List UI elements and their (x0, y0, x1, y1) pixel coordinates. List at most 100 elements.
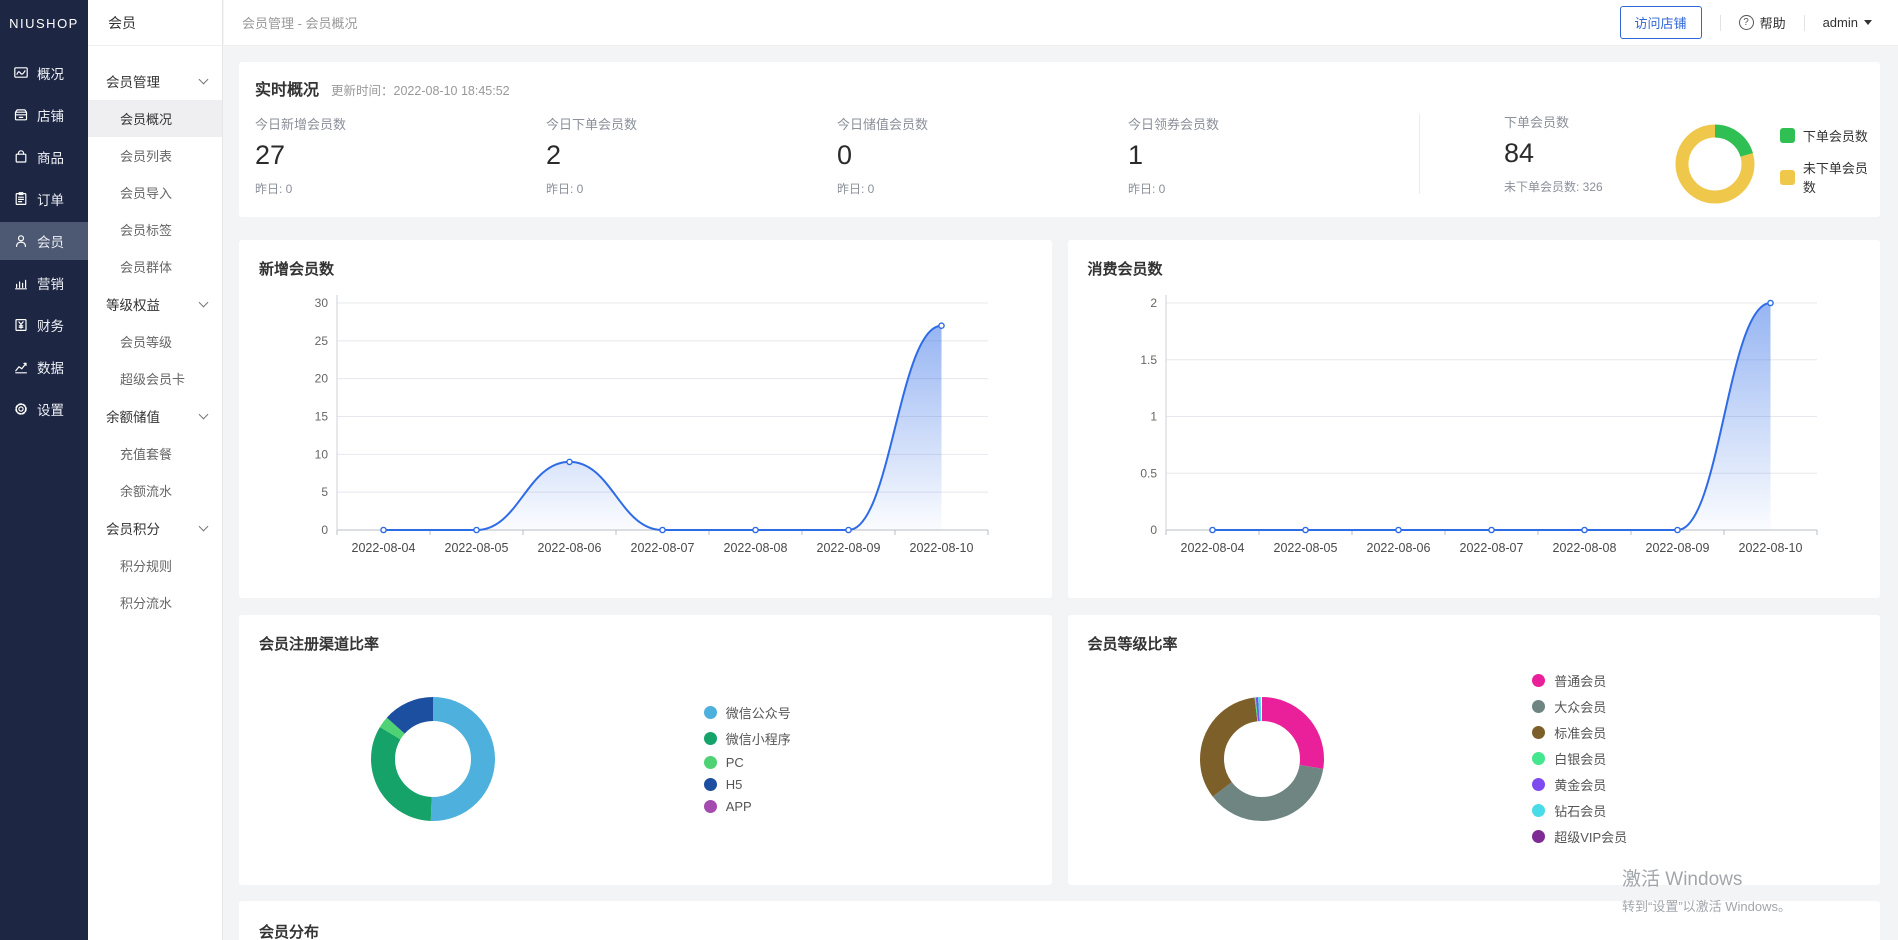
stat-value: 27 (255, 140, 546, 171)
finance-icon (13, 317, 29, 333)
stat-label: 今日新增会员数 (255, 114, 546, 133)
legend-item-微信公众号[interactable]: 微信公众号 (704, 703, 1052, 722)
shop-icon (13, 107, 29, 123)
update-time-value: 2022-08-10 18:45:52 (394, 84, 510, 98)
sidebar-item-店铺[interactable]: 店铺 (0, 96, 88, 134)
visit-shop-button[interactable]: 访问店铺 (1620, 6, 1702, 39)
svg-text:25: 25 (315, 334, 329, 348)
submenu-item-会员标签[interactable]: 会员标签 (88, 211, 222, 248)
svg-text:2022-08-04: 2022-08-04 (1180, 541, 1244, 555)
stat-value: 0 (837, 140, 1128, 171)
legend-item-微信小程序[interactable]: 微信小程序 (704, 729, 1052, 748)
submenu-group-会员管理[interactable]: 会员管理 (88, 62, 222, 100)
user-menu[interactable]: admin (1823, 15, 1872, 30)
line-charts-row: 新增会员数 0510152025302022-08-042022-08-0520… (239, 240, 1880, 598)
legend-label: 普通会员 (1554, 671, 1606, 690)
stat-block-今日新增会员数: 今日新增会员数27昨日: 0 (255, 112, 546, 197)
submenu-item-超级会员卡[interactable]: 超级会员卡 (88, 360, 222, 397)
stat-label: 今日储值会员数 (837, 114, 1128, 133)
sidebar-item-概况[interactable]: 概况 (0, 54, 88, 92)
help-menu[interactable]: 帮助 (1739, 13, 1786, 32)
legend-item-普通会员[interactable]: 普通会员 (1532, 671, 1880, 690)
legend-item-PC[interactable]: PC (704, 755, 1052, 770)
marketing-icon (13, 275, 29, 291)
svg-text:2022-08-05: 2022-08-05 (1273, 541, 1337, 555)
legend-swatch (1532, 804, 1545, 817)
stat-block-今日下单会员数: 今日下单会员数2昨日: 0 (546, 112, 837, 197)
sidebar-item-会员[interactable]: 会员 (0, 222, 88, 260)
submenu-item-会员群体[interactable]: 会员群体 (88, 248, 222, 285)
submenu-group-等级权益[interactable]: 等级权益 (88, 285, 222, 323)
svg-text:2022-08-07: 2022-08-07 (631, 541, 695, 555)
realtime-overview-card: 实时概况 更新时间：2022-08-10 18:45:52 今日新增会员数27昨… (239, 62, 1880, 217)
card-title: 会员等级比率 (1088, 633, 1881, 654)
sidebar-item-订单[interactable]: 订单 (0, 180, 88, 218)
app-logo: NIUSHOP (0, 0, 88, 46)
legend-label: 钻石会员 (1554, 801, 1606, 820)
submenu-item-会员导入[interactable]: 会员导入 (88, 174, 222, 211)
submenu-item-会员概况[interactable]: 会员概况 (88, 100, 222, 137)
legend-label: 大众会员 (1554, 697, 1606, 716)
submenu-item-积分流水[interactable]: 积分流水 (88, 584, 222, 621)
svg-text:2022-08-10: 2022-08-10 (910, 541, 974, 555)
svg-text:2022-08-04: 2022-08-04 (352, 541, 416, 555)
submenu-item-会员列表[interactable]: 会员列表 (88, 137, 222, 174)
submenu-group-会员积分[interactable]: 会员积分 (88, 509, 222, 547)
submenu-item-积分规则[interactable]: 积分规则 (88, 547, 222, 584)
legend-item-未下单会员数[interactable]: 未下单会员数 (1780, 158, 1880, 196)
legend-swatch (1532, 830, 1545, 843)
legend-swatch (1532, 674, 1545, 687)
legend-item-大众会员[interactable]: 大众会员 (1532, 697, 1880, 716)
legend-item-黄金会员[interactable]: 黄金会员 (1532, 775, 1880, 794)
legend-item-下单会员数[interactable]: 下单会员数 (1780, 126, 1880, 145)
submenu-item-label: 会员标签 (120, 220, 172, 239)
submenu-item-充值套餐[interactable]: 充值套餐 (88, 435, 222, 472)
member-level-card: 会员等级比率 普通会员大众会员标准会员白银会员黄金会员钻石会员超级VIP会员 (1068, 615, 1881, 885)
sidebar-item-数据[interactable]: 数据 (0, 348, 88, 386)
legend-item-H5[interactable]: H5 (704, 777, 1052, 792)
legend-swatch (1780, 170, 1795, 185)
topbar-divider (1720, 15, 1721, 31)
order-ratio-legend: 下单会员数未下单会员数 (1780, 126, 1880, 196)
sidebar-item-商品[interactable]: 商品 (0, 138, 88, 176)
topbar-right: 访问店铺 帮助 admin (1620, 6, 1872, 39)
caret-down-icon (1864, 20, 1872, 25)
legend-item-白银会员[interactable]: 白银会员 (1532, 749, 1880, 768)
sidebar-item-财务[interactable]: 财务 (0, 306, 88, 344)
submenu-item-余额流水[interactable]: 余额流水 (88, 472, 222, 509)
legend-swatch (1780, 128, 1795, 143)
submenu-group-label: 余额储值 (106, 406, 160, 426)
sidebar-item-label: 商品 (37, 147, 64, 167)
chevron-down-icon (199, 522, 209, 532)
svg-text:30: 30 (315, 296, 329, 310)
consume-members-line-chart: 00.511.522022-08-042022-08-052022-08-062… (1088, 283, 1851, 578)
legend-item-标准会员[interactable]: 标准会员 (1532, 723, 1880, 742)
submenu-group-余额储值[interactable]: 余额储值 (88, 397, 222, 435)
legend-item-钻石会员[interactable]: 钻石会员 (1532, 801, 1880, 820)
chart-box: 0510152025302022-08-042022-08-052022-08-… (259, 283, 1052, 578)
sidebar-item-设置[interactable]: 设置 (0, 390, 88, 428)
legend-label: 微信公众号 (726, 703, 791, 722)
sidebar-item-营销[interactable]: 营销 (0, 264, 88, 302)
card-title: 会员注册渠道比率 (259, 633, 1052, 654)
username: admin (1823, 15, 1858, 30)
stat-label: 今日下单会员数 (546, 114, 837, 133)
submenu-item-会员等级[interactable]: 会员等级 (88, 323, 222, 360)
legend-item-APP[interactable]: APP (704, 799, 1052, 814)
svg-text:5: 5 (321, 485, 328, 499)
new-members-line-chart: 0510152025302022-08-042022-08-052022-08-… (259, 283, 1022, 578)
legend-item-超级VIP会员[interactable]: 超级VIP会员 (1532, 827, 1880, 846)
member-distribution-card: 会员分布 (239, 901, 1880, 940)
sub-menu: 会员管理会员概况会员列表会员导入会员标签会员群体等级权益会员等级超级会员卡余额储… (88, 46, 222, 621)
breadcrumb: 会员管理 - 会员概况 (242, 13, 358, 32)
sidebar-item-label: 订单 (37, 189, 64, 209)
submenu-item-label: 会员概况 (120, 109, 172, 128)
stat-sub: 昨日: 0 (546, 180, 837, 197)
donut-wrap (1088, 692, 1437, 826)
sidebar-item-label: 数据 (37, 357, 64, 377)
consume-members-card: 消费会员数 00.511.522022-08-042022-08-052022-… (1068, 240, 1881, 598)
svg-text:1: 1 (1150, 410, 1157, 424)
legend-label: PC (726, 755, 744, 770)
data-icon (13, 359, 29, 375)
stat-label: 今日领券会员数 (1128, 114, 1419, 133)
